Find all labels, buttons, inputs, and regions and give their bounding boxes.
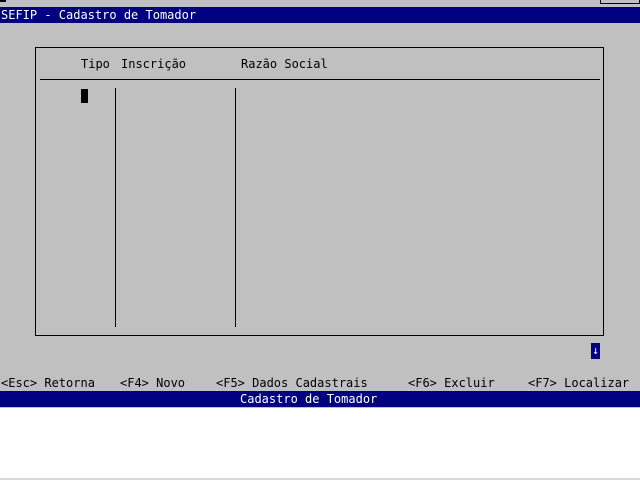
status-text: Cadastro de Tomador	[240, 392, 378, 406]
status-bar: Cadastro de Tomador	[0, 391, 640, 408]
column-header-razao-social: Razão Social	[241, 57, 328, 71]
window-control-box[interactable]	[600, 0, 640, 4]
column-header-tipo: Tipo	[81, 57, 110, 71]
key-f4-novo[interactable]: <F4> Novo	[120, 375, 185, 391]
tomador-grid[interactable]: Tipo Inscrição Razão Social	[35, 47, 604, 336]
window-corner-mark	[0, 0, 6, 2]
scroll-down-indicator[interactable]: ↓	[591, 343, 600, 359]
blank-host-area	[0, 408, 640, 480]
column-header-inscricao: Inscrição	[121, 57, 187, 71]
window-title: SEFIP - Cadastro de Tomador	[1, 8, 197, 22]
text-cursor[interactable]	[81, 89, 88, 103]
header-separator-line	[40, 79, 600, 80]
key-f7-localizar[interactable]: <F7> Localizar	[528, 375, 629, 391]
column-separator-2	[235, 88, 236, 327]
key-esc-retorna[interactable]: <Esc> Retorna	[1, 375, 95, 391]
window-top-strip	[0, 0, 640, 7]
dos-console-window: SEFIP - Cadastro de Tomador Tipo Inscriç…	[0, 0, 640, 408]
key-f5-dados-cadastrais[interactable]: <F5> Dados Cadastrais	[216, 375, 368, 391]
column-separator-1	[115, 88, 116, 327]
key-f6-excluir[interactable]: <F6> Excluir	[408, 375, 495, 391]
grid-header: Tipo Inscrição Razão Social	[36, 56, 603, 74]
function-key-bar: <Esc> Retorna <F4> Novo <F5> Dados Cadas…	[0, 375, 640, 391]
title-bar: SEFIP - Cadastro de Tomador	[0, 7, 640, 23]
